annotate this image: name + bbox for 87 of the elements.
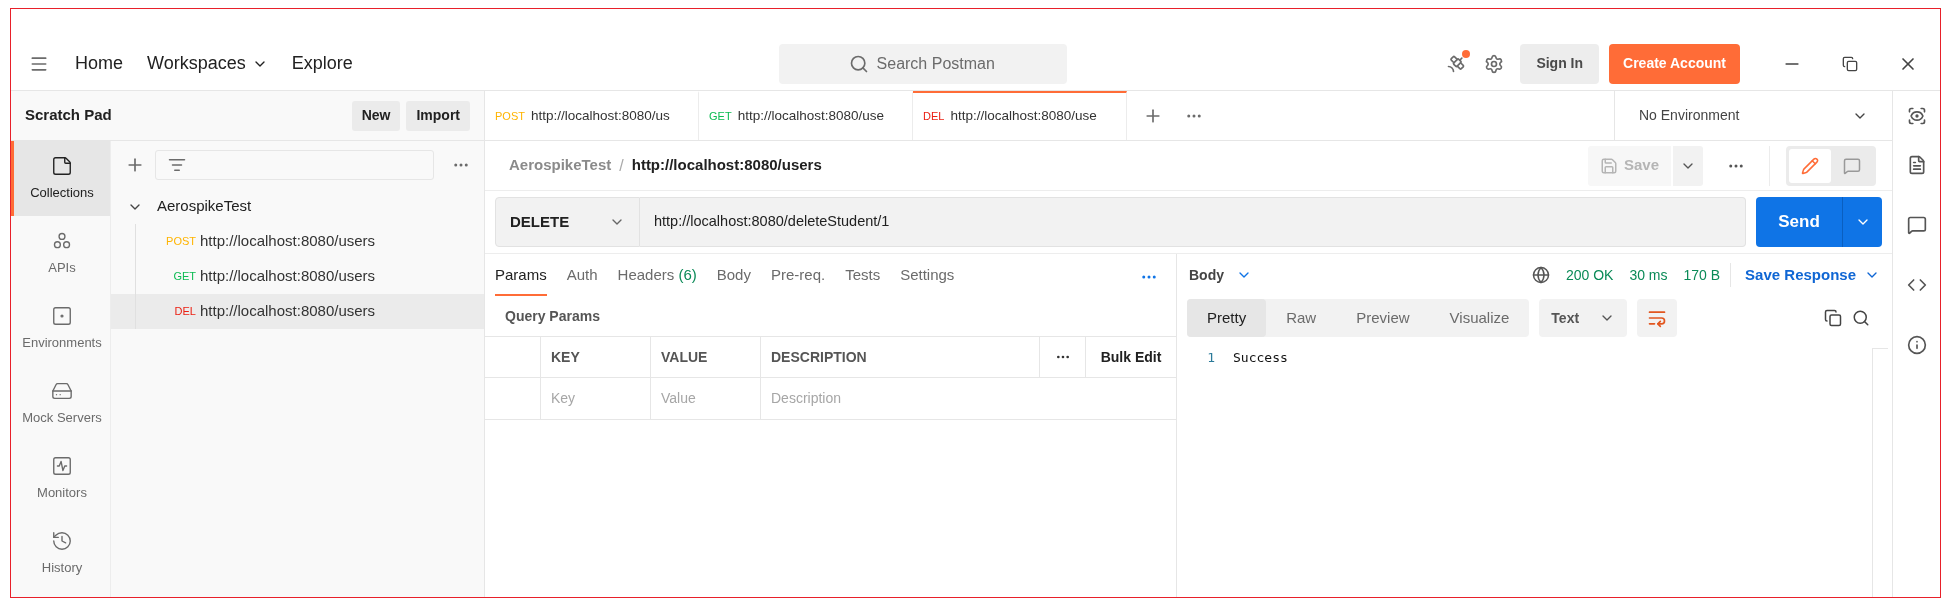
workspace-title: Scratch Pad (25, 105, 113, 126)
bulk-edit-button[interactable]: Bulk Edit (1086, 337, 1176, 377)
request-option-tab[interactable]: Tests (845, 263, 881, 296)
url-field[interactable]: http://localhost:8080/deleteStudent/1 (640, 197, 1746, 247)
header-button[interactable]: New (351, 100, 401, 131)
format-tab[interactable]: Visualize (1429, 299, 1530, 337)
nav-link[interactable]: Explore (291, 50, 353, 77)
request-item[interactable]: POST http://localhost:8080/users (111, 224, 484, 259)
method-label: GET (172, 269, 197, 285)
environment-icon (51, 304, 73, 327)
request-option-tab[interactable]: Auth (566, 263, 598, 296)
request-tab[interactable]: DEL http://localhost:8080/use (913, 91, 1127, 140)
sidebar-item[interactable]: Environments (11, 291, 110, 366)
info-icon[interactable] (1906, 335, 1927, 355)
method-select[interactable]: DELETE (495, 197, 640, 247)
section-title: Query Params (505, 306, 600, 326)
globe-icon (1531, 266, 1550, 284)
format-tab[interactable]: Preview (1336, 299, 1430, 337)
search-input[interactable]: Search Postman (876, 51, 997, 76)
tab-url: http://localhost:8080/use (950, 107, 1097, 126)
method-label: GET (709, 109, 732, 125)
restore-icon[interactable] (1842, 55, 1858, 72)
environment-quick-look-icon[interactable] (1906, 106, 1927, 126)
param-input[interactable]: Value (661, 388, 750, 409)
column-header: KEY (551, 347, 580, 367)
history-icon (51, 529, 73, 552)
time-text: 30 ms (1629, 265, 1668, 285)
request-option-tab[interactable]: Pre-req. (770, 263, 826, 296)
wrap-icon (1647, 308, 1668, 328)
search-field[interactable]: Search Postman (778, 43, 1067, 84)
size-text: 170 B (1683, 265, 1721, 285)
sidebar-item[interactable]: Collections (11, 141, 110, 216)
send-button[interactable]: Send (1756, 197, 1882, 247)
satellite-icon[interactable] (1446, 53, 1467, 74)
line-number: 1 (1206, 349, 1216, 368)
wrap-button[interactable] (1637, 299, 1678, 337)
comment-icon (1843, 156, 1861, 175)
url-input[interactable]: http://localhost:8080/deleteStudent/1 (640, 211, 1745, 233)
request-url: http://localhost:8080/users (200, 231, 376, 252)
param-input[interactable]: Description (771, 388, 1166, 409)
request-url: http://localhost:8080/users (200, 266, 376, 287)
collection-name[interactable]: AerospikeTest (157, 195, 252, 218)
save-response-button[interactable]: Save Response (1745, 263, 1880, 287)
request-title: http://localhost:8080/users (631, 155, 823, 176)
request-url: http://localhost:8080/users (200, 301, 376, 322)
copy-icon[interactable] (1824, 309, 1842, 327)
breadcrumb-separator: / (619, 155, 624, 176)
method-label: DEL (173, 304, 197, 320)
header-button[interactable]: Import (406, 100, 470, 131)
param-input[interactable]: Key (551, 388, 640, 409)
method-label: DEL (923, 109, 945, 125)
collections-icon (51, 154, 73, 177)
sidebar-item[interactable]: History (11, 516, 110, 591)
settings-icon[interactable] (1484, 53, 1505, 74)
nav-link[interactable]: Home (75, 50, 123, 77)
tab-url: http://localhost:8080/us (530, 107, 670, 126)
search-icon (848, 53, 869, 74)
method-label: POST (495, 109, 525, 125)
format-tab[interactable]: Raw (1266, 299, 1337, 337)
comment-icon[interactable] (1906, 215, 1927, 235)
request-option-tab[interactable]: Params (495, 263, 547, 296)
edit-button[interactable] (1789, 148, 1831, 183)
request-option-tab[interactable]: Headers (6) (617, 263, 697, 296)
save-icon (1599, 156, 1618, 175)
monitor-icon (51, 454, 73, 477)
tab-url: http://localhost:8080/use (737, 107, 884, 126)
request-item[interactable]: DEL http://localhost:8080/users (111, 294, 484, 329)
environment-select[interactable]: No Environment (1614, 91, 1892, 140)
filter-field[interactable] (155, 150, 434, 180)
pencil-icon (1801, 156, 1819, 175)
nav-link[interactable]: Workspaces (147, 50, 268, 77)
request-option-tab[interactable]: Settings (900, 263, 955, 296)
filter-icon (168, 156, 186, 174)
sidebar-item[interactable]: APIs (11, 216, 110, 291)
response-view-select[interactable]: Body (1189, 264, 1252, 286)
column-header: VALUE (661, 347, 708, 367)
format-tab[interactable]: Pretty (1187, 299, 1267, 337)
sign-in-button[interactable]: Sign In (1520, 43, 1600, 84)
method-label: POST (165, 234, 197, 250)
sidebar-item[interactable]: Monitors (11, 441, 110, 516)
status-text: 200 OK (1565, 265, 1614, 285)
column-header: DESCRIPTION (771, 347, 867, 367)
search-icon[interactable] (1852, 309, 1870, 327)
language-select[interactable]: Text (1539, 299, 1628, 337)
code-line: Success (1233, 349, 1288, 368)
sidebar-item[interactable]: Mock Servers (11, 366, 110, 441)
request-option-tab[interactable]: Body (716, 263, 751, 296)
